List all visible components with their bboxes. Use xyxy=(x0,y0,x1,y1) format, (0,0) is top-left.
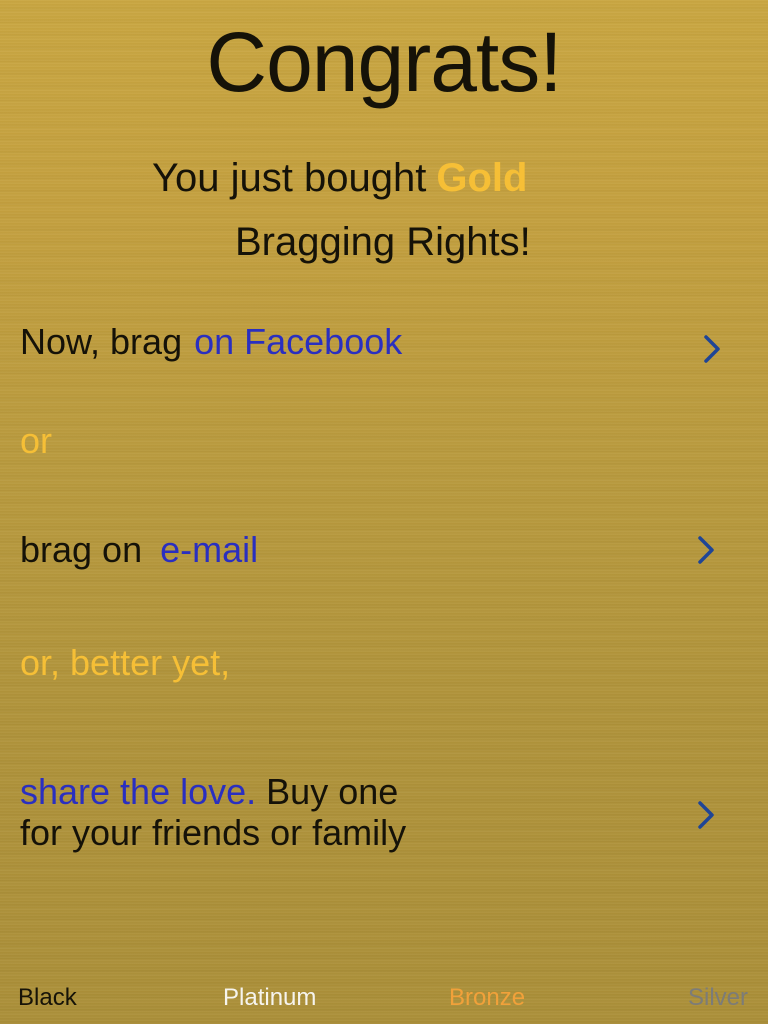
chevron-right-icon[interactable] xyxy=(686,795,726,835)
share-gift-row[interactable]: share the love. Buy one for your friends… xyxy=(20,771,406,853)
brag-email-row[interactable]: brag on e-mail xyxy=(20,529,258,571)
tab-black[interactable]: Black xyxy=(18,984,77,1012)
purchase-message-line2: Bragging Rights! xyxy=(235,220,531,264)
tier-name: Gold xyxy=(436,156,528,200)
email-link[interactable]: e-mail xyxy=(160,529,258,570)
brag-email-prefix: brag on xyxy=(20,529,143,570)
facebook-link[interactable]: on Facebook xyxy=(194,321,402,362)
brag-facebook-prefix: Now, brag xyxy=(20,321,183,362)
chevron-right-icon[interactable] xyxy=(686,530,726,570)
separator-or: or xyxy=(20,420,53,461)
separator-better-yet: or, better yet, xyxy=(20,642,231,683)
tab-platinum[interactable]: Platinum xyxy=(223,984,316,1012)
page-title: Congrats! xyxy=(206,15,562,109)
share-text-line2: for your friends or family xyxy=(20,812,407,853)
brag-facebook-row[interactable]: Now, brag on Facebook xyxy=(20,321,402,363)
share-text-line1: Buy one xyxy=(266,771,399,812)
share-love-link[interactable]: share the love. xyxy=(20,771,256,812)
purchase-message-prefix: You just bought xyxy=(152,156,427,200)
tab-bronze[interactable]: Bronze xyxy=(449,984,525,1012)
tab-silver[interactable]: Silver xyxy=(688,984,748,1012)
purchase-message: You just bought Gold xyxy=(152,156,527,201)
chevron-right-icon[interactable] xyxy=(692,329,732,369)
